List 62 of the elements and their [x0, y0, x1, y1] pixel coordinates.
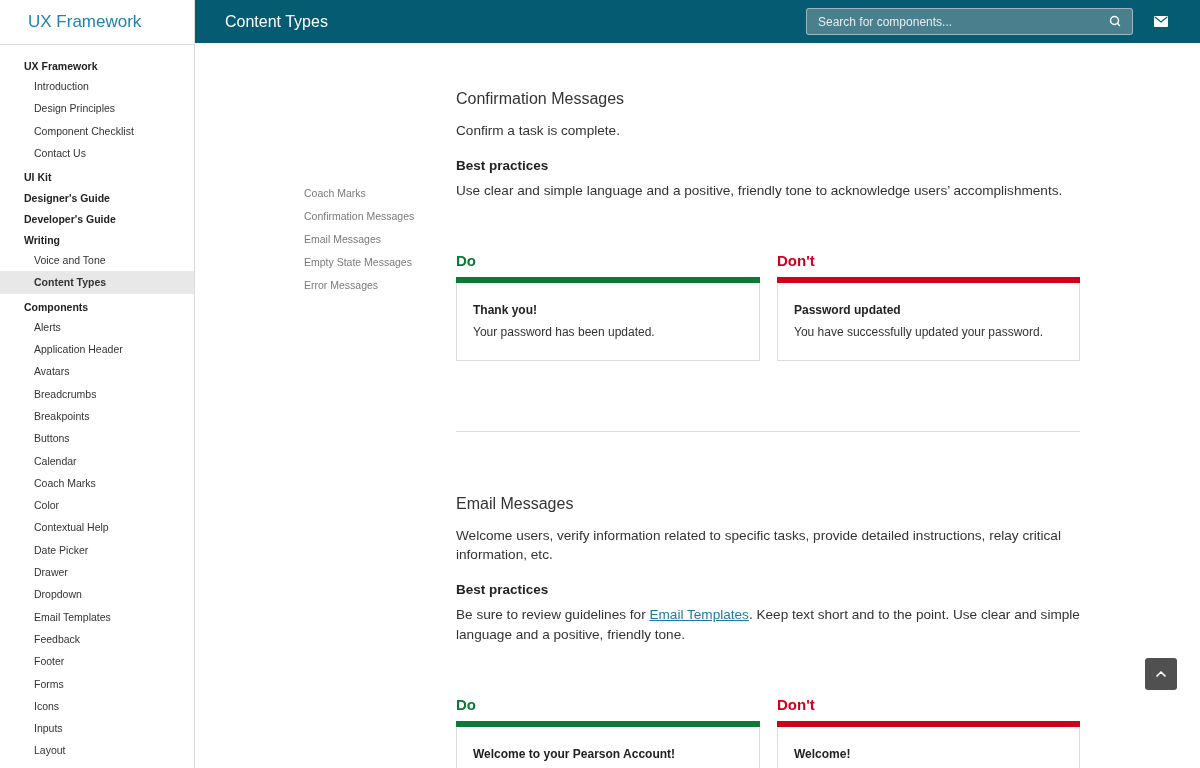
nav-link[interactable]: Introduction	[0, 75, 194, 98]
nav-link[interactable]: Layout	[0, 739, 194, 762]
do-label: Do	[456, 250, 477, 271]
nav-link[interactable]: Email Templates	[0, 605, 194, 628]
example-title: Thank you!	[473, 301, 538, 318]
example-title: Password updated	[794, 301, 902, 318]
nav-link[interactable]: Contact Us	[0, 141, 194, 165]
search-icon[interactable]	[1109, 15, 1121, 27]
page-nav-link[interactable]: Email Messages	[304, 228, 382, 251]
nav-link[interactable]: Inputs	[0, 717, 194, 740]
page-title: Content Types	[225, 12, 328, 31]
nav-link[interactable]: Design Principles	[0, 97, 194, 120]
nav-group-link[interactable]: UX Framework	[0, 56, 194, 77]
nav-link[interactable]: Application Header	[0, 338, 194, 361]
nav-link[interactable]: Breadcrumbs	[0, 382, 194, 405]
section-title: Confirmation Messages	[456, 89, 626, 109]
nav-link[interactable]: Content Types	[0, 271, 194, 294]
text-link[interactable]: Email Templates	[649, 606, 749, 622]
nav-link[interactable]: Avatars	[0, 360, 194, 383]
example-text: Your password has been updated.	[473, 323, 656, 340]
best-practices-text: Be sure to review guidelines for Email Templates. Keep text short and to the point. Use clear and simple language and a positive, friendly tone.	[456, 605, 1080, 644]
nav-link[interactable]: Date Picker	[0, 538, 194, 562]
search-field[interactable]: Search for components...	[806, 8, 1133, 35]
nav-group-link[interactable]: Writing	[0, 230, 194, 252]
nav-link[interactable]: Footer	[0, 650, 194, 673]
example-title: Welcome!	[794, 745, 852, 762]
section-description: Welcome users, verify information related to specific tasks, provide detailed instructions, relay critical information, etc.	[456, 526, 1062, 564]
page-nav-link[interactable]: Confirmation Messages	[304, 205, 415, 228]
nav-link[interactable]: Color	[0, 494, 194, 517]
nav-link[interactable]: Contextual Help	[0, 516, 194, 539]
nav-link[interactable]: Feedback	[0, 627, 194, 651]
nav-group-link[interactable]: UI Kit	[0, 167, 194, 189]
dont-label: Don't	[777, 250, 816, 271]
example-text: You have successfully updated your password.	[794, 323, 1045, 340]
nav-group-link[interactable]: Designer's Guide	[0, 188, 194, 210]
nav-link[interactable]: Voice and Tone	[0, 249, 194, 272]
best-practices-heading: Best practices	[456, 156, 550, 175]
nav-link[interactable]: Calendar	[0, 449, 194, 472]
dont-label: Don't	[777, 694, 816, 715]
nav-link[interactable]: Drawer	[0, 561, 194, 584]
page-nav-link[interactable]: Empty State Messages	[304, 251, 412, 274]
back-to-top-button[interactable]	[1145, 658, 1177, 690]
section-title: Email Messages	[456, 493, 575, 514]
nav-link[interactable]: Buttons	[0, 427, 194, 450]
page-nav-link[interactable]: Coach Marks	[304, 182, 366, 205]
example-title: Welcome to your Pearson Account!	[473, 745, 677, 762]
do-label: Do	[456, 694, 477, 715]
nav-link[interactable]: Coach Marks	[0, 471, 194, 495]
nav-link[interactable]: Icons	[0, 694, 194, 718]
nav-link[interactable]: Component Checklist	[0, 119, 194, 142]
nav-link[interactable]: Dropdown	[0, 583, 194, 606]
page-nav-link[interactable]: Error Messages	[304, 274, 379, 297]
nav-link[interactable]: Breakpoints	[0, 404, 194, 428]
brand-title[interactable]: UX Framework	[28, 12, 142, 32]
nav-group-link[interactable]: Components	[0, 296, 194, 318]
best-practices-text: Use clear and simple language and a positive, friendly tone to acknowledge users’ accomplishments.	[456, 181, 1064, 200]
nav-link[interactable]: Forms	[0, 672, 194, 695]
mail-icon[interactable]	[1154, 16, 1168, 27]
nav-link[interactable]: Alerts	[0, 315, 194, 339]
nav-group-link[interactable]: Developer's Guide	[0, 209, 194, 231]
section-description: Confirm a task is complete.	[456, 122, 621, 140]
best-practices-heading: Best practices	[456, 580, 550, 599]
